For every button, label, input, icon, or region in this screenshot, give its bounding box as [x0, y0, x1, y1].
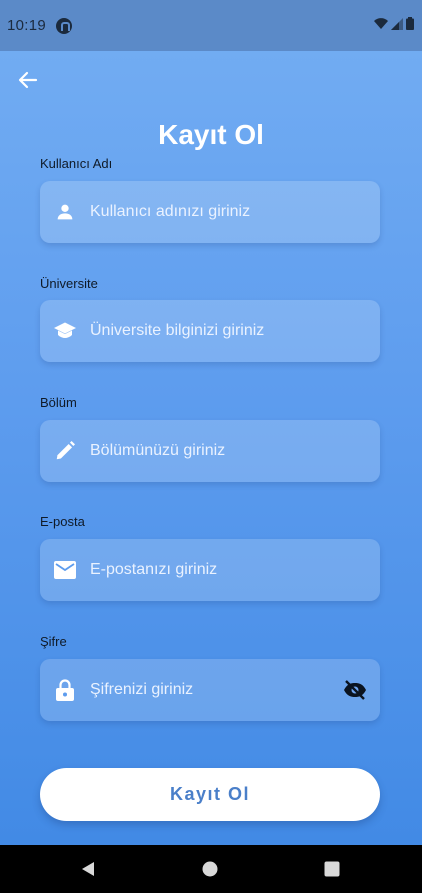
password-label: Şifre [40, 634, 67, 649]
username-placeholder: Kullanıcı adınızı giriniz [90, 203, 251, 220]
password-placeholder: Şifrenizi giriniz [90, 681, 194, 698]
page-title: Kayıt Ol [158, 119, 264, 150]
department-placeholder: Bölümünüzü giriniz [90, 442, 226, 459]
email-field[interactable]: E-postanızı giriniz [40, 539, 380, 601]
navigation-bar [0, 845, 422, 893]
battery-icon [406, 17, 414, 30]
university-placeholder: Üniversite bilginizi giriniz [90, 322, 265, 339]
eye-off-icon[interactable] [343, 678, 367, 702]
recents-square-icon[interactable] [324, 861, 340, 882]
pencil-icon [53, 439, 77, 463]
arrow-left-icon [18, 71, 38, 89]
lock-icon [53, 678, 77, 702]
home-circle-icon[interactable] [202, 861, 218, 882]
university-field[interactable]: Üniversite bilginizi giriniz [40, 300, 380, 362]
email-label: E-posta [40, 514, 85, 529]
signal-icon [391, 17, 403, 30]
wifi-icon [374, 17, 388, 29]
back-triangle-icon[interactable] [80, 861, 96, 882]
graduation-cap-icon [53, 319, 77, 343]
username-field[interactable]: Kullanıcı adınızı giriniz [40, 181, 380, 243]
status-bar: 10:19 [0, 0, 422, 51]
department-field[interactable]: Bölümünüzü giriniz [40, 420, 380, 482]
university-label: Üniversite [40, 276, 98, 291]
app-notification-icon [56, 17, 73, 34]
password-field[interactable]: Şifrenizi giriniz [40, 659, 380, 721]
register-button[interactable]: Kayıt Ol [40, 768, 380, 821]
department-label: Bölüm [40, 395, 77, 410]
status-icons [374, 17, 414, 30]
email-placeholder: E-postanızı giriniz [90, 561, 218, 578]
mail-icon [53, 558, 77, 582]
status-time: 10:19 [7, 17, 47, 34]
person-icon [53, 200, 77, 224]
back-button[interactable] [14, 66, 42, 94]
username-label: Kullanıcı Adı [40, 156, 113, 171]
